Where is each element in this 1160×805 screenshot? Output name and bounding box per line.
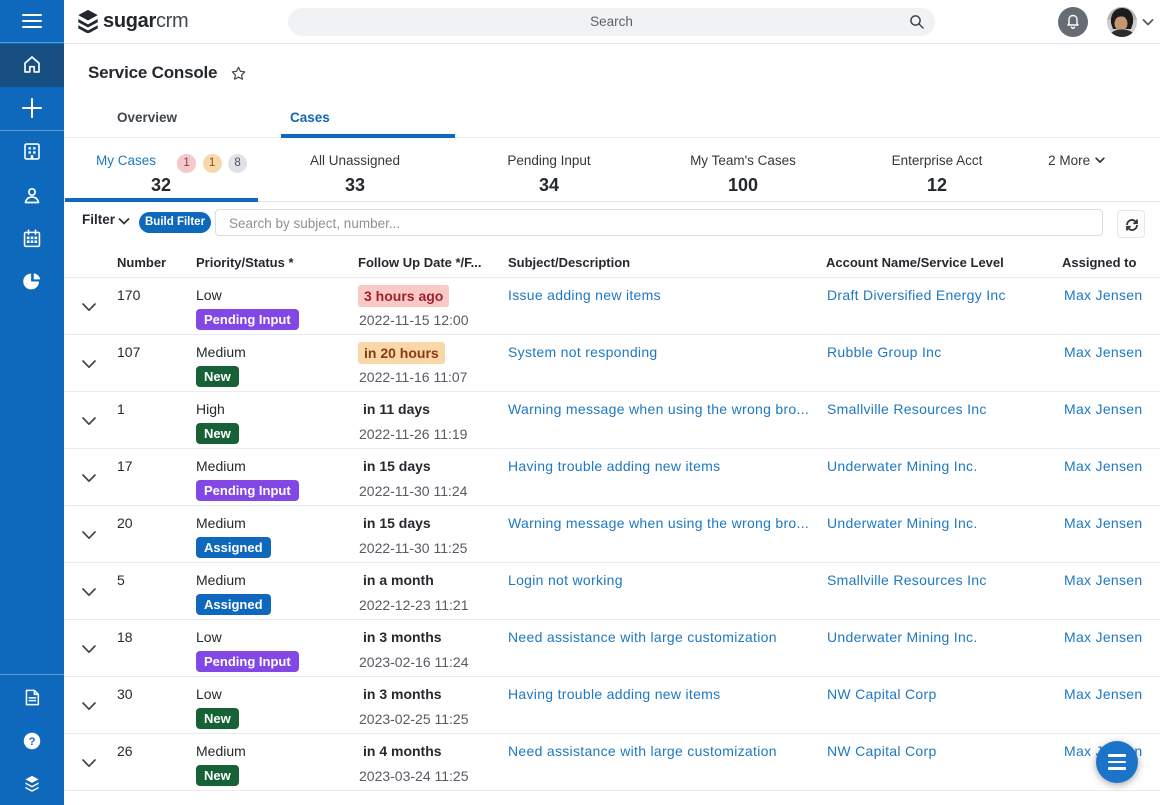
svg-text:?: ?	[29, 736, 36, 748]
